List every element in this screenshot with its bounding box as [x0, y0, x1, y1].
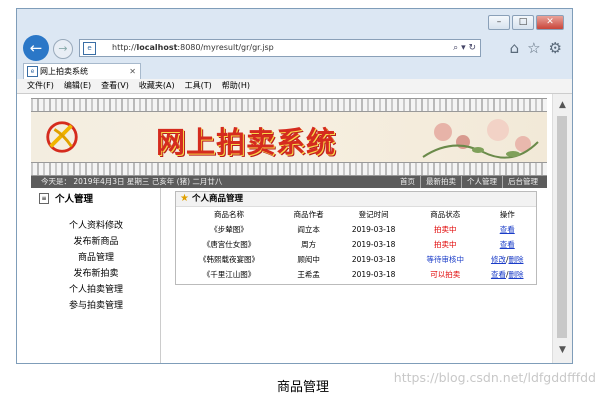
item-actions: 查看 [478, 237, 536, 252]
back-button[interactable]: ← [23, 35, 49, 61]
browser-tab[interactable]: e 网上拍卖系统 ✕ [23, 63, 141, 79]
maximize-icon[interactable]: □ [512, 15, 534, 30]
item-actions: 修改/删除 [490, 255, 524, 264]
site-logo [46, 121, 78, 153]
edit-link[interactable]: 修改 [491, 255, 506, 264]
item-date: 2019-03-18 [351, 255, 396, 264]
info-bar: 今天是： 2019年4月3日 星期三 己亥年 (猪) 二月廿八 首页 最新拍卖 … [31, 176, 547, 188]
menu-edit[interactable]: 编辑(E) [64, 79, 91, 93]
address-tools[interactable]: ⌕ ▾ ↻ [453, 40, 476, 56]
item-date: 2019-03-18 [351, 240, 396, 249]
nav-link-personal[interactable]: 个人管理 [461, 176, 502, 188]
tab-title: 网上拍卖系统 [40, 67, 88, 76]
home-icon[interactable]: ⌂ [510, 39, 520, 57]
top-nav: 首页 最新拍卖 个人管理 后台管理 [395, 176, 543, 188]
sidebar-heading: ≡ 个人管理 [39, 191, 93, 205]
scroll-up-icon[interactable]: ▲ [553, 100, 572, 110]
sidebar-item-item-management[interactable]: 商品管理 [31, 250, 161, 266]
item-name: 《千里江山图》 [202, 270, 256, 279]
item-status: 拍卖中 [434, 225, 457, 234]
table-header-row: 商品名称 商品作者 登记时间 商品状态 操作 [176, 207, 536, 222]
item-name: 《韩熙载夜宴图》 [199, 255, 260, 264]
site-title: 网上拍卖系统 [156, 125, 337, 159]
decorative-border-top [31, 98, 547, 112]
scroll-down-icon[interactable]: ▼ [553, 345, 572, 355]
menu-tools[interactable]: 工具(T) [185, 79, 212, 93]
decorative-border-bottom [31, 162, 547, 176]
current-date: 今天是： 2019年4月3日 星期三 己亥年 (猪) 二月廿八 [41, 177, 223, 186]
item-date: 2019-03-18 [351, 225, 396, 234]
watermark: https://blog.csdn.net/ldfgddfffdd [393, 370, 596, 385]
forward-button[interactable]: → [53, 39, 73, 59]
sidebar-item-publish-auction[interactable]: 发布新拍卖 [31, 266, 161, 282]
item-management-panel: ★ 个人商品管理 商品名称 商品作者 登记时间 商品状态 操作 《步辇图》 阎立本 [175, 191, 537, 285]
col-date: 登记时间 [358, 210, 389, 219]
items-table: 商品名称 商品作者 登记时间 商品状态 操作 《步辇图》 阎立本 2019-03… [176, 207, 536, 282]
item-author: 周方 [301, 240, 317, 249]
item-name: 《步辇图》 [210, 225, 248, 234]
sidebar-heading-label: 个人管理 [55, 194, 94, 205]
menu-favorites[interactable]: 收藏夹(A) [139, 79, 175, 93]
table-row: 《千里江山图》 王希孟 2019-03-18 可以拍卖 查看/删除 [176, 267, 536, 282]
settings-gear-icon[interactable]: ⚙ [549, 39, 562, 57]
panel-heading: ★ 个人商品管理 [176, 192, 536, 207]
view-link[interactable]: 查看 [500, 225, 515, 234]
view-link[interactable]: 查看 [491, 270, 506, 279]
menu-view[interactable]: 查看(V) [101, 79, 129, 93]
col-actions: 操作 [499, 210, 515, 219]
view-link[interactable]: 查看 [500, 240, 515, 249]
tab-page-icon: e [27, 66, 38, 77]
sidebar-item-publish-item[interactable]: 发布新商品 [31, 234, 161, 250]
nav-link-admin[interactable]: 后台管理 [502, 176, 543, 188]
page-icon: e [83, 42, 96, 55]
sidebar-item-joined-auctions[interactable]: 参与拍卖管理 [31, 298, 161, 314]
address-bar[interactable]: e http://localhost:8080/myresult/gr/gr.j… [79, 39, 481, 57]
sidebar-menu: 个人资料修改 发布新商品 商品管理 发布新拍卖 个人拍卖管理 参与拍卖管理 [31, 218, 161, 314]
item-name: 《唐宫仕女图》 [202, 240, 256, 249]
page-content: 网上拍卖系统 今天是： 2019年4月3日 星期三 己亥年 (猪) 二月廿八 首… [17, 94, 553, 363]
table-row: 《韩熙载夜宴图》 顾闳中 2019-03-18 等待审核中 修改/删除 [176, 252, 536, 267]
close-icon[interactable]: ✕ [536, 15, 564, 30]
table-row: 《步辇图》 阎立本 2019-03-18 拍卖中 查看 [176, 222, 536, 237]
item-date: 2019-03-18 [351, 270, 396, 279]
tab-bar: e 网上拍卖系统 ✕ [17, 63, 572, 79]
nav-link-latest[interactable]: 最新拍卖 [420, 176, 461, 188]
browser-window: – □ ✕ ← → e http://localhost:8080/myresu… [16, 8, 573, 364]
minimize-icon[interactable]: – [488, 15, 510, 30]
nav-link-home[interactable]: 首页 [395, 176, 420, 188]
scroll-thumb[interactable] [557, 116, 567, 338]
window-controls: – □ ✕ [488, 15, 564, 30]
panel-heading-label: 个人商品管理 [191, 194, 243, 204]
item-author: 王希孟 [297, 270, 320, 279]
item-status: 拍卖中 [434, 240, 457, 249]
item-status: 等待审核中 [426, 255, 465, 264]
col-status: 商品状态 [430, 210, 461, 219]
browser-navbar: ← → e http://localhost:8080/myresult/gr/… [17, 33, 572, 63]
col-author: 商品作者 [293, 210, 324, 219]
sidebar: ≡ 个人管理 个人资料修改 发布新商品 商品管理 发布新拍卖 个人拍卖管理 参与… [31, 188, 161, 363]
site-banner: 网上拍卖系统 [31, 112, 547, 162]
delete-link[interactable]: 删除 [508, 270, 523, 279]
tab-close-icon[interactable]: ✕ [129, 64, 136, 79]
sidebar-item-my-auctions[interactable]: 个人拍卖管理 [31, 282, 161, 298]
menu-bar: 文件(F) 编辑(E) 查看(V) 收藏夹(A) 工具(T) 帮助(H) [17, 79, 572, 94]
browser-toolbar-icons: ⌂ ☆ ⚙ [510, 39, 562, 57]
delete-link[interactable]: 删除 [508, 255, 523, 264]
favorites-star-icon[interactable]: ☆ [527, 39, 540, 57]
item-actions: 查看 [478, 222, 536, 237]
col-name: 商品名称 [214, 210, 245, 219]
document-icon: ≡ [39, 192, 49, 204]
star-icon: ★ [180, 193, 189, 204]
sidebar-item-profile[interactable]: 个人资料修改 [31, 218, 161, 234]
item-author: 阎立本 [297, 225, 320, 234]
menu-help[interactable]: 帮助(H) [222, 79, 250, 93]
item-author: 顾闳中 [297, 255, 320, 264]
url-text: http://localhost:8080/myresult/gr/gr.jsp [112, 43, 274, 52]
menu-file[interactable]: 文件(F) [27, 79, 54, 93]
flower-decoration [422, 119, 539, 159]
item-actions: 查看/删除 [490, 270, 524, 279]
vertical-scrollbar[interactable]: ▲ ▼ [552, 94, 572, 363]
table-row: 《唐宫仕女图》 周方 2019-03-18 拍卖中 查看 [176, 237, 536, 252]
item-status: 可以拍卖 [430, 270, 461, 279]
